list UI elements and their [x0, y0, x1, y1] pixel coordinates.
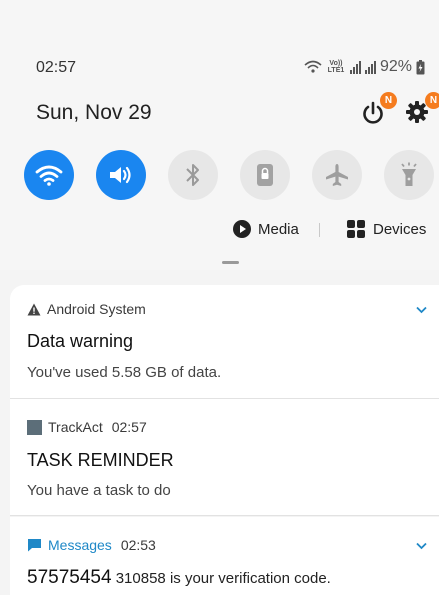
power-badge: N — [380, 92, 397, 109]
notification-app-row: TrackAct 02:57 — [27, 419, 147, 435]
rotation-lock-icon — [257, 164, 273, 186]
media-label: Media — [258, 220, 299, 238]
bluetooth-toggle[interactable] — [168, 150, 218, 200]
settings-button[interactable]: N — [405, 92, 439, 128]
media-divider — [319, 223, 320, 237]
portrait-toggle[interactable] — [240, 150, 290, 200]
chevron-down-icon[interactable] — [416, 542, 427, 550]
notification-time: 02:57 — [111, 419, 147, 435]
notification-body: You've used 5.58 GB of data. — [27, 364, 222, 381]
trackact-app-icon — [27, 419, 42, 435]
quick-panel: 02:57 Vo)) LTE1 92% Sun, Nov 29 N N Medi… — [0, 0, 439, 270]
devices-grid-icon — [347, 220, 365, 238]
power-button[interactable]: N — [360, 92, 397, 128]
sound-toggle[interactable] — [96, 150, 146, 200]
notification-body: You have a task to do — [27, 482, 171, 499]
notification-separator — [10, 515, 439, 516]
quick-toggles — [24, 150, 439, 202]
message-sender: 57575454 — [27, 567, 112, 588]
notification-app-row: Messages 02:53 — [27, 537, 156, 553]
bluetooth-icon — [186, 164, 199, 186]
notification-message-line: 57575454 310858 is your verification cod… — [27, 567, 331, 589]
airplane-toggle[interactable] — [312, 150, 362, 200]
wifi-toggle[interactable] — [24, 150, 74, 200]
status-bar: 02:57 Vo)) LTE1 92% — [36, 58, 429, 80]
notification-app-name: Android System — [47, 301, 146, 317]
date-label: Sun, Nov 29 — [36, 101, 152, 124]
flashlight-toggle[interactable] — [384, 150, 434, 200]
devices-button[interactable]: Devices — [347, 220, 426, 238]
settings-badge: N — [425, 92, 439, 109]
status-time: 02:57 — [36, 59, 77, 76]
notification-time: 02:53 — [120, 537, 156, 553]
signal-2-icon — [364, 60, 376, 74]
media-button[interactable]: Media — [233, 220, 299, 238]
notification-title: TASK REMINDER — [27, 450, 174, 470]
devices-label: Devices — [373, 220, 427, 238]
notification-title: Data warning — [27, 331, 134, 351]
airplane-icon — [326, 164, 348, 186]
flashlight-icon — [401, 162, 417, 186]
chevron-down-icon[interactable] — [416, 306, 427, 314]
message-text: 310858 is your verification code. — [115, 570, 331, 587]
wifi-icon — [35, 165, 63, 186]
panel-drag-handle[interactable] — [222, 261, 239, 264]
volume-icon — [110, 166, 131, 184]
notification-app-row: Android System — [27, 301, 146, 317]
battery-charging-icon — [416, 59, 425, 74]
volte-lte-label: Vo)) LTE1 — [327, 60, 345, 74]
battery-percent: 92% — [379, 58, 412, 75]
warning-icon — [27, 303, 41, 315]
message-icon — [28, 539, 41, 552]
play-circle-icon — [233, 220, 251, 238]
wifi-calling-icon — [304, 60, 322, 73]
signal-1-icon — [349, 60, 361, 74]
notification-app-name: TrackAct — [48, 419, 103, 435]
status-icons: Vo)) LTE1 92% — [304, 58, 425, 76]
media-devices-row: Media Devices — [0, 220, 439, 242]
notification-app-name: Messages — [48, 537, 112, 553]
